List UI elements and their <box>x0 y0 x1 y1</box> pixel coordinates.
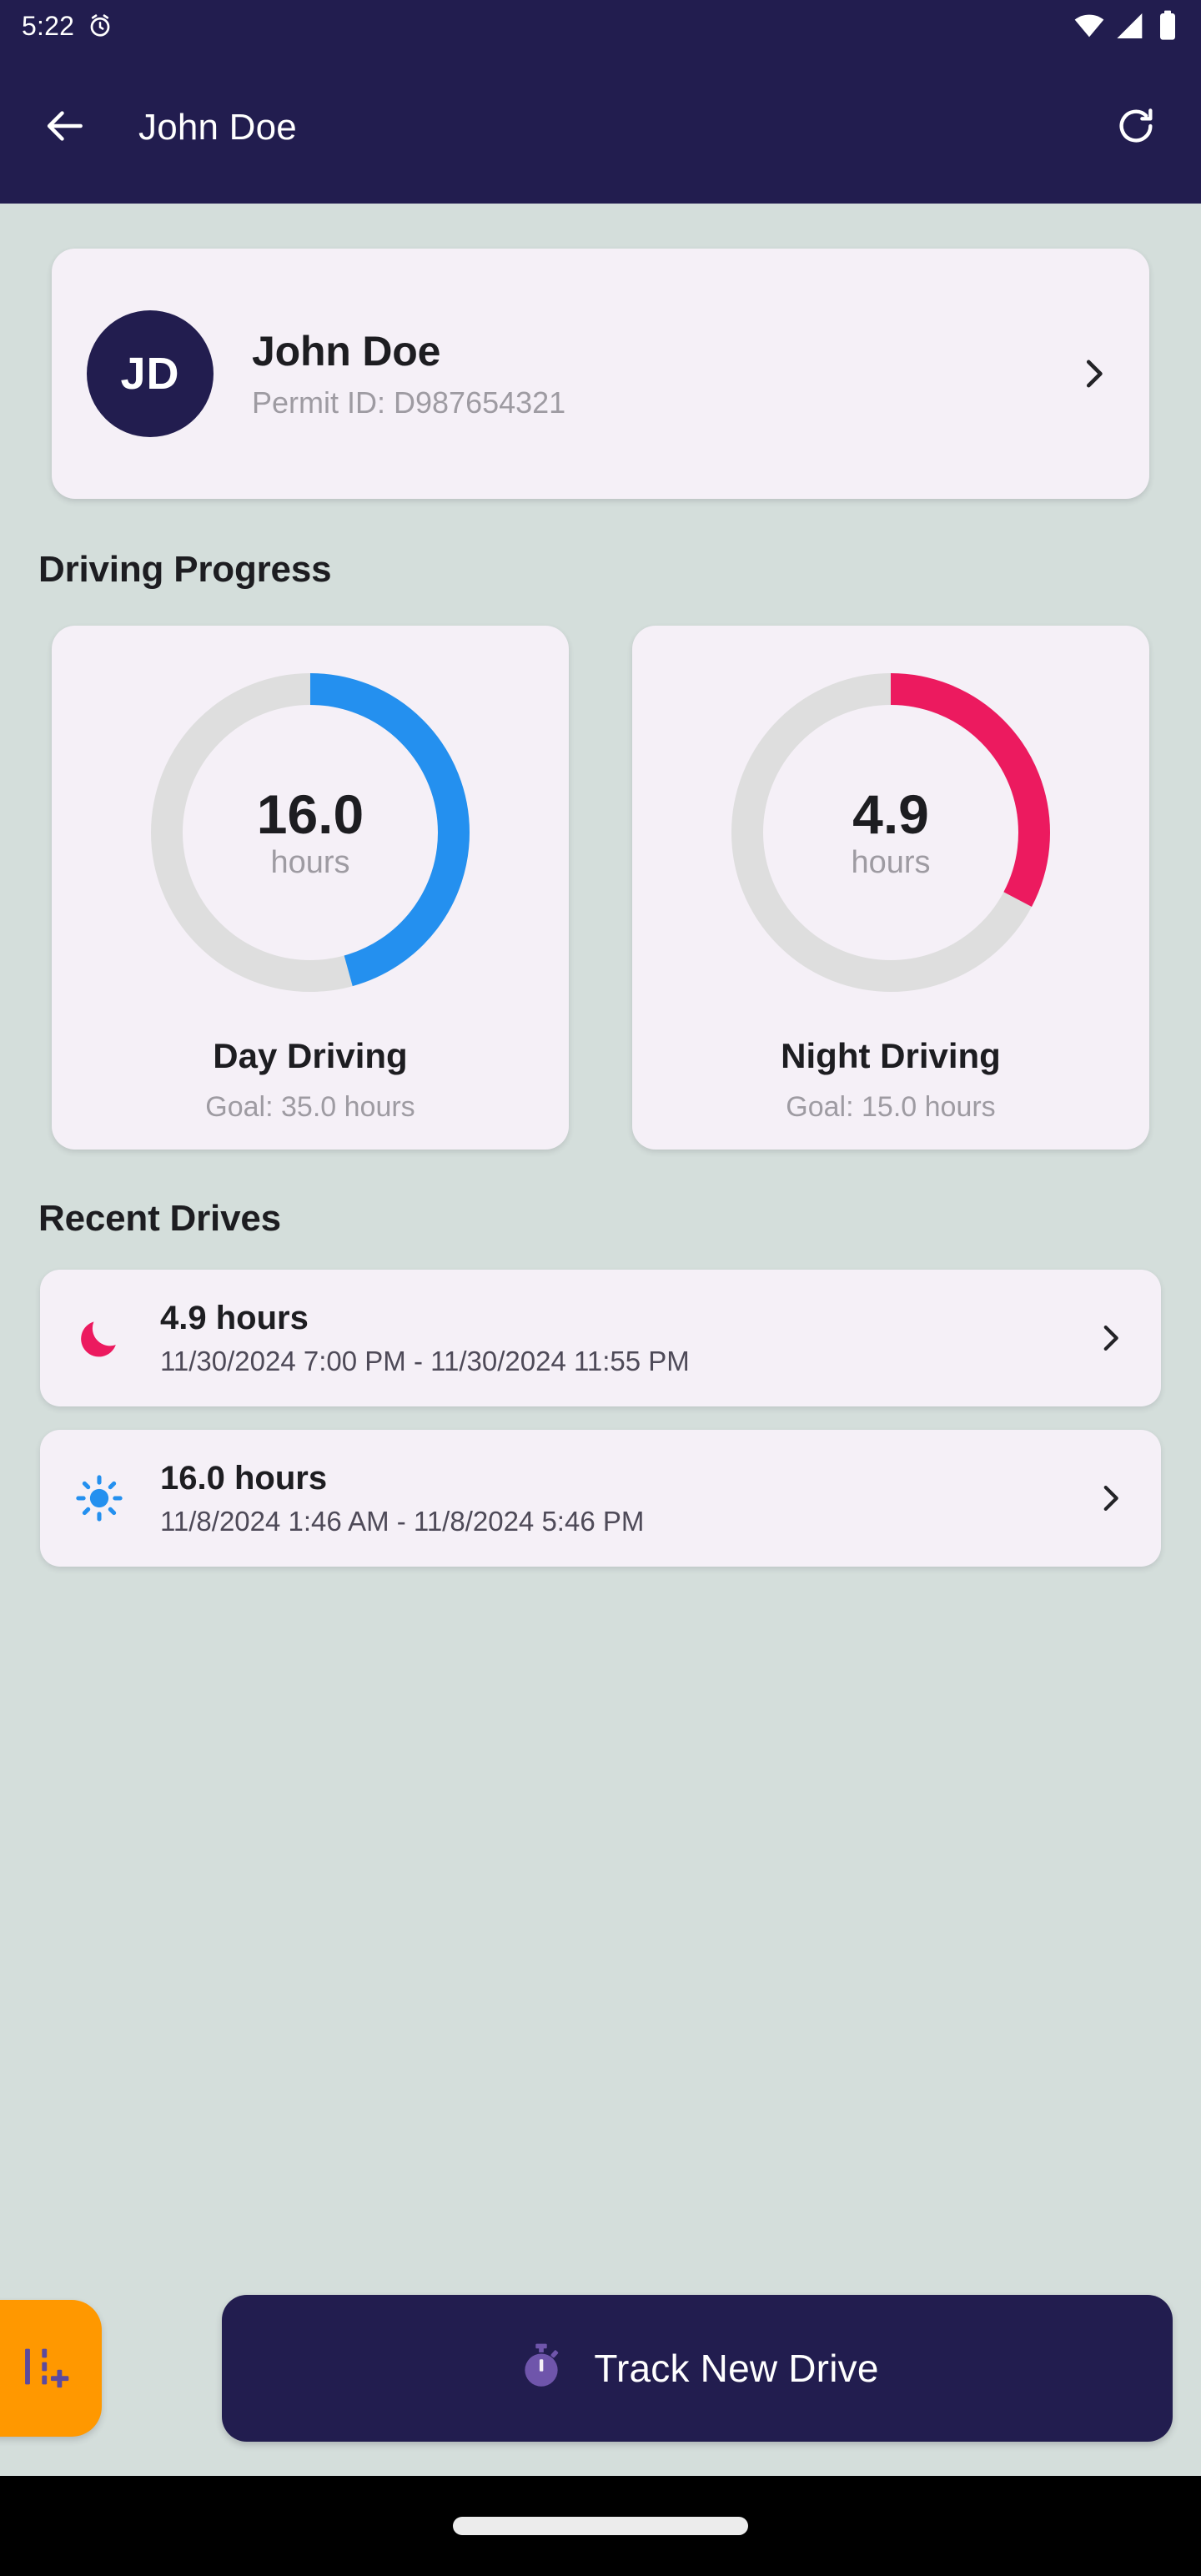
profile-permit-id: Permit ID: D987654321 <box>252 385 566 420</box>
status-bar-time: 5:22 <box>22 10 75 41</box>
alarm-clock-icon <box>88 13 113 38</box>
sun-icon <box>68 1467 130 1529</box>
drive-item-text: 16.0 hours 11/8/2024 1:46 AM - 11/8/2024… <box>160 1460 644 1537</box>
drive-duration: 16.0 hours <box>160 1459 328 1497</box>
bottom-action-bar: Track New Drive <box>0 2289 1201 2448</box>
day-hours-value: 16.0 <box>256 783 364 845</box>
moon-icon <box>68 1307 130 1369</box>
progress-card-night[interactable]: 4.9 hours Night Driving Goal: 15.0 hours <box>632 626 1149 1150</box>
battery-icon <box>1156 9 1179 43</box>
night-hours-value: 4.9 <box>852 783 929 845</box>
day-driving-label: Day Driving <box>213 1036 408 1075</box>
chevron-right-icon <box>1093 1481 1128 1516</box>
system-navigation-bar <box>0 2476 1201 2576</box>
progress-cards: 16.0 hours Day Driving Goal: 35.0 hours … <box>52 626 1149 1150</box>
day-ring-center: 16.0 hours <box>143 666 477 999</box>
day-driving-goal: Goal: 35.0 hours <box>205 1091 415 1123</box>
chevron-right-icon <box>1093 1321 1128 1356</box>
profile-card[interactable]: JD John Doe Permit ID: D987654321 <box>52 249 1149 499</box>
drive-list-item[interactable]: 4.9 hours 11/30/2024 7:00 PM - 11/30/202… <box>40 1270 1161 1406</box>
driving-progress-heading: Driving Progress <box>38 549 332 590</box>
day-progress-ring: 16.0 hours <box>143 666 477 999</box>
chevron-right-icon <box>1074 355 1113 393</box>
track-new-drive-button[interactable]: Track New Drive <box>222 2295 1173 2442</box>
stopwatch-icon <box>515 2341 567 2397</box>
add-road-icon <box>18 2340 71 2397</box>
add-road-button[interactable] <box>0 2300 102 2437</box>
night-driving-label: Night Driving <box>781 1036 1001 1075</box>
night-progress-ring: 4.9 hours <box>724 666 1058 999</box>
refresh-icon <box>1114 104 1158 152</box>
drive-duration: 4.9 hours <box>160 1299 309 1336</box>
night-ring-center: 4.9 hours <box>724 666 1058 999</box>
page-title: John Doe <box>138 107 297 148</box>
profile-details: John Doe Permit ID: D987654321 <box>252 327 565 420</box>
avatar: JD <box>87 310 214 437</box>
night-driving-goal: Goal: 15.0 hours <box>786 1091 996 1123</box>
drive-time-range: 11/30/2024 7:00 PM - 11/30/2024 11:55 PM <box>160 1345 690 1376</box>
day-hours-unit: hours <box>270 845 350 880</box>
wifi-icon <box>1073 9 1106 43</box>
recent-drives-heading: Recent Drives <box>38 1198 281 1239</box>
night-hours-unit: hours <box>851 845 931 880</box>
refresh-button[interactable] <box>1099 91 1173 164</box>
phone-screen: 5:22 John Doe JD John Doe Permit ID: D98… <box>0 0 1201 2576</box>
profile-name: John Doe <box>252 328 441 375</box>
track-new-drive-label: Track New Drive <box>594 2347 879 2390</box>
app-bar: John Doe <box>0 52 1201 204</box>
drive-time-range: 11/8/2024 1:46 AM - 11/8/2024 5:46 PM <box>160 1505 645 1537</box>
recent-drives-list: 4.9 hours 11/30/2024 7:00 PM - 11/30/202… <box>40 1270 1161 1567</box>
home-gesture-pill[interactable] <box>453 2517 748 2535</box>
back-arrow-icon <box>42 103 88 153</box>
drive-list-item[interactable]: 16.0 hours 11/8/2024 1:46 AM - 11/8/2024… <box>40 1430 1161 1567</box>
cellular-signal-icon <box>1114 9 1148 43</box>
status-bar-icons <box>1073 9 1179 43</box>
back-button[interactable] <box>28 91 102 164</box>
content-area: JD John Doe Permit ID: D987654321 Drivin… <box>0 204 1201 2372</box>
drive-item-text: 4.9 hours 11/30/2024 7:00 PM - 11/30/202… <box>160 1300 690 1377</box>
status-bar: 5:22 <box>0 0 1201 52</box>
progress-card-day[interactable]: 16.0 hours Day Driving Goal: 35.0 hours <box>52 626 569 1150</box>
